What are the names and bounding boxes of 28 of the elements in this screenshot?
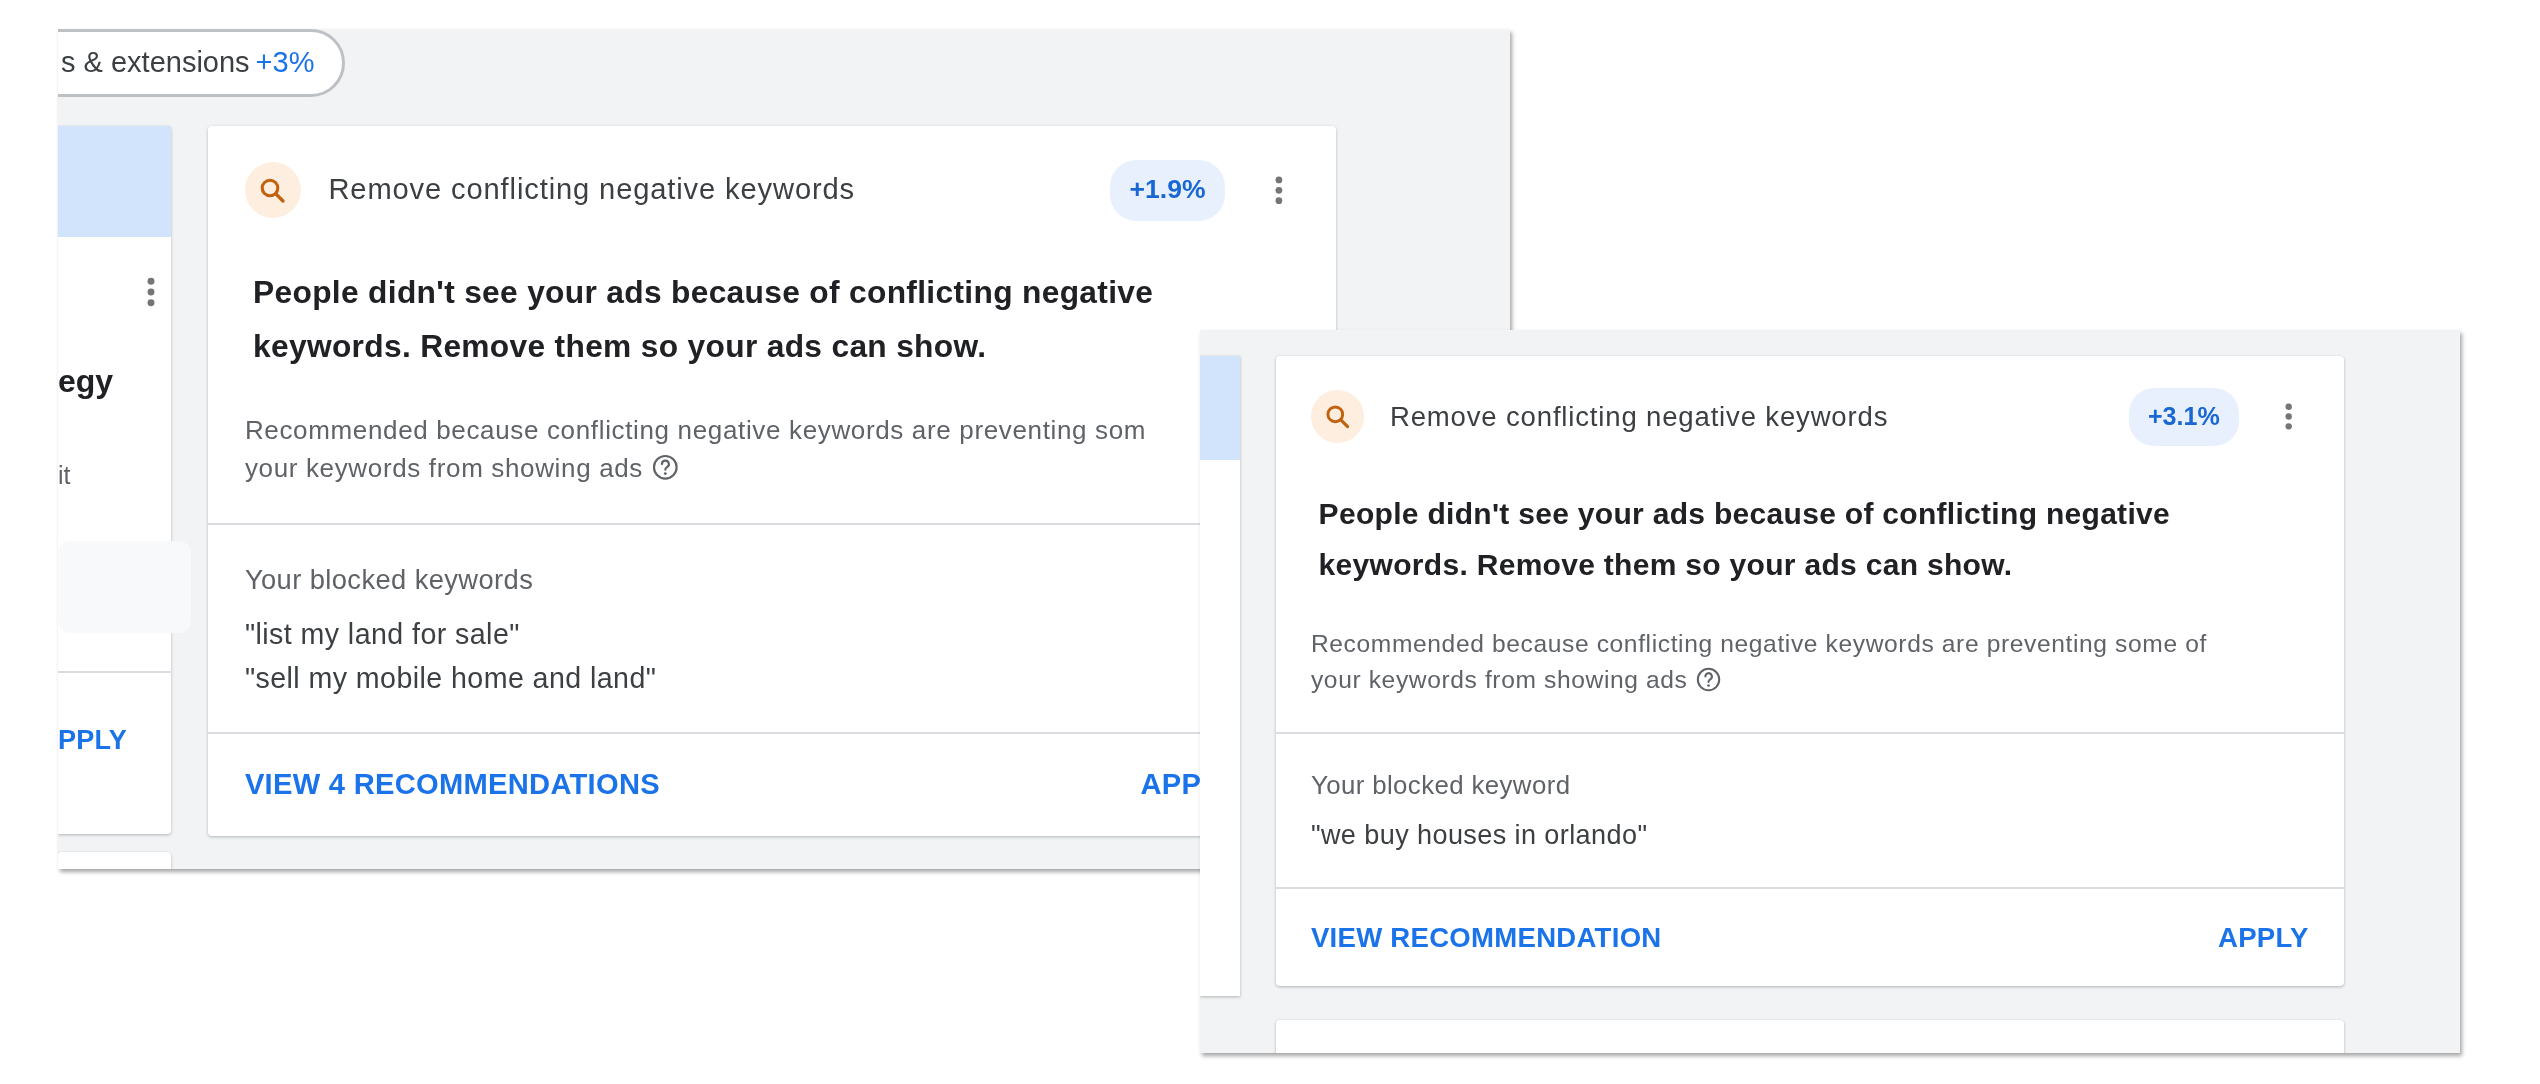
card-title: egy bbox=[58, 362, 115, 401]
more-icon[interactable] bbox=[147, 277, 155, 307]
apply-link[interactable]: APP bbox=[1140, 767, 1202, 803]
keyword-text: "list my land for sale" bbox=[244, 616, 521, 652]
keywords-label: Your blocked keywords bbox=[244, 562, 535, 597]
filter-chip[interactable]: s & extensions +3% bbox=[58, 29, 346, 97]
reason-text: Recommended because conflicting negative keywords are preventing some of bbox=[1310, 630, 2207, 658]
help-icon[interactable] bbox=[650, 453, 680, 482]
apply-link[interactable]: APPLY bbox=[2218, 921, 2309, 955]
keyword-text: "sell my mobile home and land" bbox=[244, 660, 658, 696]
more-icon bbox=[1274, 176, 1283, 205]
reason-text: your keywords from showing ads bbox=[1310, 666, 1688, 694]
more-icon bbox=[2285, 403, 2293, 431]
uplift-badge: +1.9% bbox=[1109, 159, 1226, 221]
reason-text: Recommended because conflicting negative keywords are preventing som bbox=[244, 414, 1147, 445]
help-icon[interactable] bbox=[1694, 666, 1722, 694]
view-recommendations-link[interactable]: VIEW RECOMMENDATION bbox=[1310, 921, 1662, 955]
view-recommendations-link[interactable]: VIEW 4 RECOMMENDATIONS bbox=[244, 767, 660, 803]
headline: People didn't see your ads because of conflicting negative keywords. Remove them so your ads can show. bbox=[1317, 496, 2171, 584]
card-category: Remove conflicting negative keywords bbox=[1389, 400, 1890, 435]
apply-link[interactable]: PPLY bbox=[58, 723, 128, 756]
reason-text: your keywords from showing ads bbox=[244, 452, 643, 483]
keywords-label: Your blocked keyword bbox=[1310, 770, 1572, 802]
card-text: it bbox=[58, 460, 72, 491]
keyword-text: "we buy houses in orlando" bbox=[1310, 819, 1649, 853]
uplift-badge: +3.1% bbox=[2129, 388, 2239, 446]
headline: People didn't see your ads because of conflicting negative keywords. Remove them so your ads can show. bbox=[252, 272, 1155, 366]
card-category: Remove conflicting negative keywords bbox=[328, 172, 856, 208]
